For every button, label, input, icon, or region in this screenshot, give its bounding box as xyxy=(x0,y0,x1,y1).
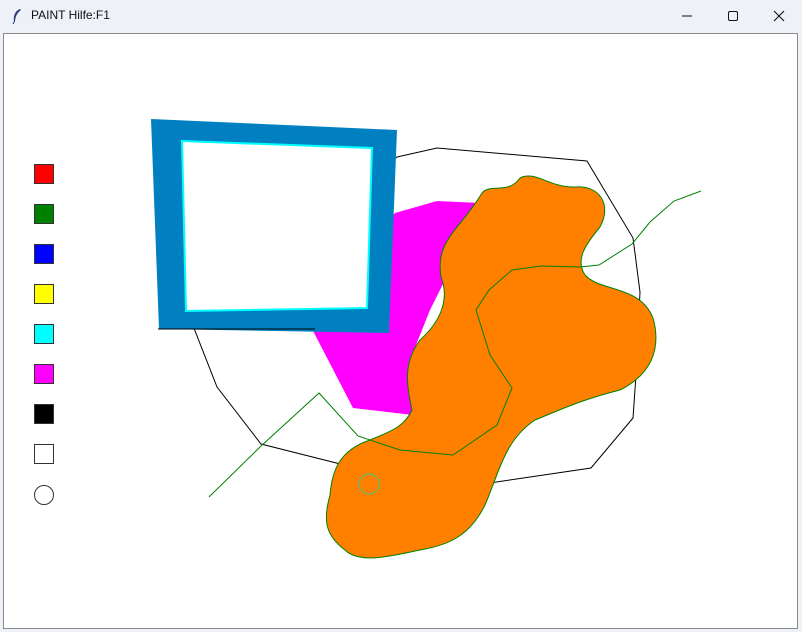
feather-icon xyxy=(12,9,21,24)
paint-window: PAINT Hilfe:F1 xyxy=(0,0,802,632)
color-swatch-magenta[interactable] xyxy=(34,364,54,384)
color-swatch-yellow[interactable] xyxy=(34,284,54,304)
minimize-icon xyxy=(682,15,692,17)
color-swatch-green[interactable] xyxy=(34,204,54,224)
circle-tool-button[interactable] xyxy=(34,485,54,505)
color-swatch-red[interactable] xyxy=(34,164,54,184)
color-swatch-blue[interactable] xyxy=(34,244,54,264)
window-title: PAINT Hilfe:F1 xyxy=(31,8,110,22)
color-swatch-black[interactable] xyxy=(34,404,54,424)
color-swatch-cyan[interactable] xyxy=(34,324,54,344)
close-icon xyxy=(773,10,785,22)
drawing-canvas[interactable] xyxy=(4,34,797,628)
maximize-button[interactable] xyxy=(710,0,756,32)
color-swatch-white[interactable] xyxy=(34,444,54,464)
cyan-rectangle-edge xyxy=(180,139,374,313)
title-bar[interactable]: PAINT Hilfe:F1 xyxy=(0,0,802,32)
maximize-icon xyxy=(728,11,738,21)
close-button[interactable] xyxy=(756,0,802,32)
minimize-button[interactable] xyxy=(664,0,710,32)
